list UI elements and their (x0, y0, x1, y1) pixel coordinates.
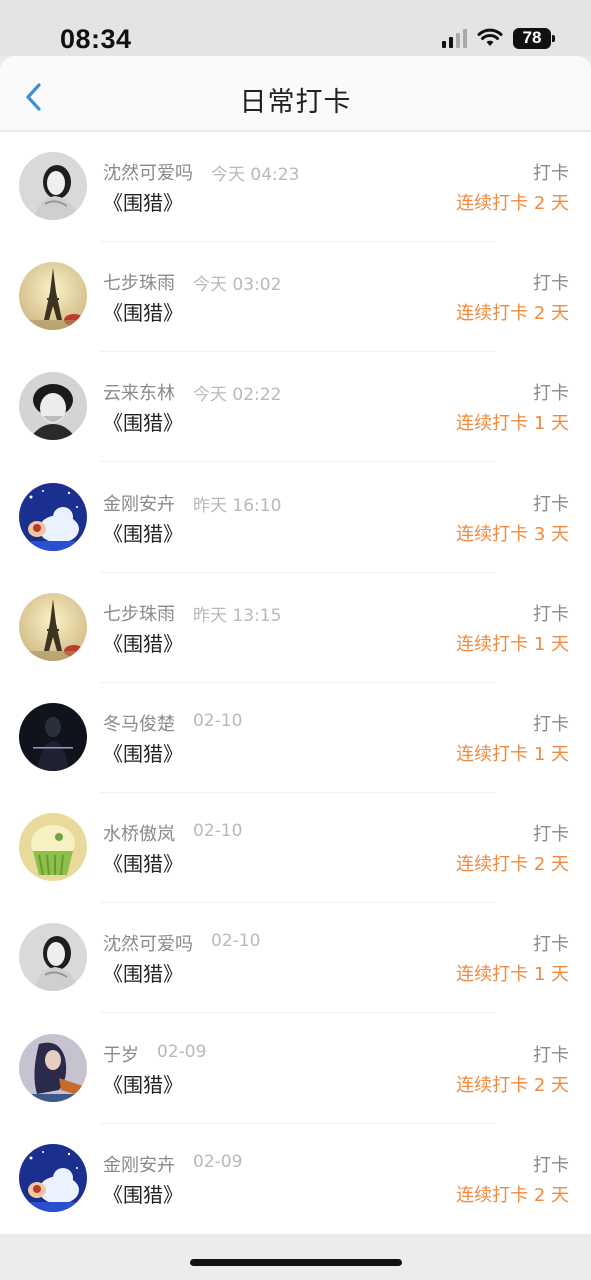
streak-badge: 连续打卡 1 天 (456, 633, 569, 655)
streak-badge: 连续打卡 2 天 (456, 193, 569, 214)
checkin-time: 今天 04:23 (211, 165, 300, 185)
avatar[interactable] (19, 482, 87, 551)
checkin-label: 打卡 (533, 1044, 569, 1066)
avatar[interactable] (19, 152, 87, 220)
status-icons: 78 (442, 26, 555, 50)
checkin-time: 02-10 (193, 711, 243, 731)
checkin-row[interactable]: 金刚安卉 02-09 《围猎》 打卡连续打卡 2 天 (0, 1124, 591, 1234)
checkin-label: 打卡 (533, 824, 569, 846)
checkin-list: 沈然可爱吗 今天 04:23 《围猎》 打卡 连续打卡 2 天七步珠雨 今天 03:02 《… (0, 132, 591, 1234)
checkin-time: 02-09 (157, 1041, 207, 1062)
home-indicator[interactable] (190, 1259, 402, 1266)
checkin-label: 打卡 (533, 1154, 569, 1176)
status-bar: 08:34 78 (0, 0, 591, 56)
avatar[interactable] (19, 262, 87, 331)
user-name[interactable]: 金刚安卉 (103, 1151, 175, 1177)
page-title: 日常打卡 (239, 87, 352, 118)
checkin-label: 打卡 (533, 934, 569, 956)
checkin-row[interactable]: 沈然可爱吗 今天 04:23 《围猎》 打卡连续打卡 2 天 (0, 132, 591, 242)
status-time: 08:34 (60, 24, 132, 54)
user-name[interactable]: 云来东林 (103, 379, 175, 405)
checkin-row[interactable]: 云来东林 今天 02:22 《围猎》 打卡连续打卡 1 天 (0, 352, 591, 463)
checkin-label: 打卡 (533, 603, 569, 625)
book-title[interactable]: 《围猎》 (103, 297, 183, 326)
streak-badge: 连续打卡 2 天 (456, 854, 569, 876)
book-title[interactable]: 《围猎》 (103, 738, 183, 767)
nav-bar: 日常打卡 (0, 56, 591, 130)
streak-badge: 连续打卡 1 天 (456, 744, 569, 765)
user-name[interactable]: 水桥傲岚 (103, 820, 175, 846)
avatar[interactable] (19, 923, 87, 992)
book-title[interactable]: 《围猎》 (103, 187, 183, 216)
book-title[interactable]: 《围猎》 (103, 407, 183, 436)
checkin-row[interactable]: 冬马俊楚 02-10 《围猎》 打卡连续打卡 1 天 (0, 683, 591, 793)
user-name[interactable]: 沈然可爱吗 (103, 930, 193, 956)
checkin-row[interactable]: 七步珠雨 今天 03:02 《围猎》 打卡连续打卡 2 天 (0, 242, 591, 353)
book-title[interactable]: 《围猎》 (103, 1179, 183, 1208)
checkin-row[interactable]: 沈然可爱吗 02-10 《围猎》 打卡连续打卡 1 天 (0, 903, 591, 1014)
user-name[interactable]: 金刚安卉 (103, 490, 175, 516)
checkin-time: 02-10 (193, 821, 243, 842)
checkin-time: 今天 02:22 (193, 385, 282, 406)
avatar[interactable] (19, 703, 87, 771)
checkin-label: 打卡 (533, 493, 569, 515)
checkin-time: 02-09 (193, 1151, 243, 1172)
checkin-time: 02-10 (211, 931, 261, 952)
wifi-icon (477, 28, 503, 46)
streak-badge: 连续打卡 1 天 (456, 964, 569, 986)
checkin-time: 昨天 13:15 (193, 605, 282, 626)
streak-badge: 连续打卡 1 天 (456, 413, 569, 435)
streak-badge: 连续打卡 3 天 (456, 523, 569, 545)
checkin-row[interactable]: 于岁 02-09 《围猎》 打卡连续打卡 2 天 (0, 1014, 591, 1124)
user-name[interactable]: 冬马俊楚 (103, 710, 175, 736)
checkin-row[interactable]: 七步珠雨 昨天 13:15 《围猎》 打卡连续打卡 1 天 (0, 573, 591, 683)
checkin-time: 昨天 16:10 (193, 495, 282, 516)
streak-badge: 连续打卡 2 天 (456, 1074, 569, 1096)
checkin-label: 打卡 (533, 714, 569, 735)
streak-badge: 连续打卡 2 天 (456, 1184, 569, 1206)
checkin-label: 打卡 (533, 163, 569, 184)
avatar[interactable] (19, 1143, 87, 1212)
user-name[interactable]: 沈然可爱吗 (103, 159, 193, 185)
checkin-row[interactable]: 金刚安卉 昨天 16:10 《围猎》 打卡连续打卡 3 天 (0, 463, 591, 573)
bottom-safe-area (0, 1234, 591, 1280)
avatar[interactable] (19, 1033, 87, 1102)
user-name[interactable]: 七步珠雨 (103, 269, 175, 295)
user-name[interactable]: 于岁 (103, 1041, 139, 1067)
book-title[interactable]: 《围猎》 (103, 1069, 183, 1098)
avatar[interactable] (19, 592, 87, 661)
book-title[interactable]: 《围猎》 (103, 518, 183, 547)
book-title[interactable]: 《围猎》 (103, 848, 183, 877)
avatar[interactable] (19, 813, 87, 882)
user-name[interactable]: 七步珠雨 (103, 600, 175, 626)
book-title[interactable]: 《围猎》 (103, 628, 183, 657)
avatar[interactable] (19, 372, 87, 441)
cellular-signal-icon (442, 28, 467, 48)
streak-badge: 连续打卡 2 天 (456, 303, 569, 325)
checkin-label: 打卡 (533, 273, 569, 295)
checkin-time: 今天 03:02 (193, 275, 282, 296)
checkin-row[interactable]: 水桥傲岚 02-10 《围猎》 打卡连续打卡 2 天 (0, 793, 591, 904)
battery-icon: 78 (513, 27, 555, 49)
book-title[interactable]: 《围猎》 (103, 958, 183, 987)
checkin-label: 打卡 (533, 383, 569, 405)
